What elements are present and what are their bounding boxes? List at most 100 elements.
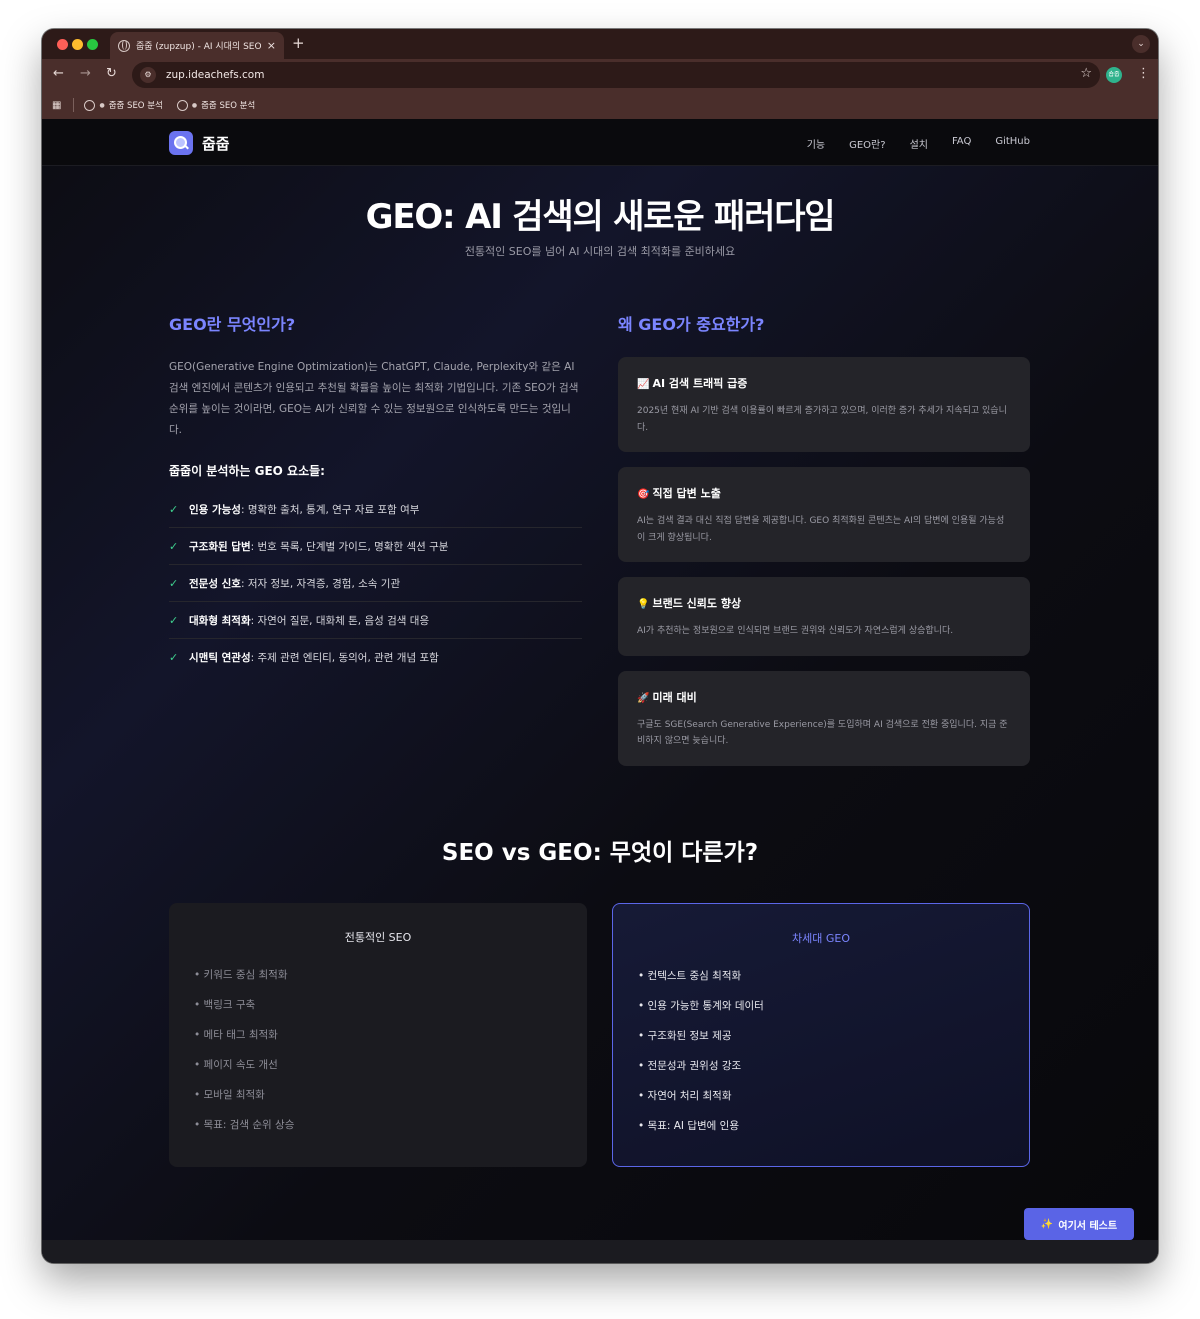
browser-toolbar: ← → ↻ ⚙ zup.ideachefs.com ☆ 숍줍 ⋮ (42, 59, 1158, 91)
tab-search-button[interactable]: ⌄ (1132, 35, 1150, 53)
active-tab[interactable]: 줍줍 (zupzup) - AI 시대의 SEO 분석 × (110, 32, 284, 59)
reason-card-title: 🚀 미래 대비 (637, 689, 1011, 705)
globe-icon (118, 39, 130, 52)
geo-comparison-card: 차세대 GEO 컨텍스트 중심 최적화 인용 가능한 통계와 데이터 구조화된 … (612, 903, 1030, 1167)
factor-detail: : 주제 관련 엔티티, 동의어, 관련 개념 포함 (250, 652, 439, 664)
reason-card-text: AI는 검색 결과 대신 직접 답변을 제공합니다. GEO 최적화된 콘텐츠는… (637, 516, 1005, 543)
address-bar[interactable]: ⚙ zup.ideachefs.com ☆ (132, 62, 1100, 88)
main-nav: 기능 GEO란? 설치 FAQ GitHub (807, 136, 1030, 151)
reason-title-text: 직접 답변 노출 (652, 487, 721, 500)
reason-card: 📈 AI 검색 트래픽 급증 2025년 현재 AI 기반 검색 이용률이 빠르게… (618, 357, 1030, 452)
factor-text: 인용 가능성: 명확한 출처, 통계, 연구 자료 포함 여부 (189, 502, 419, 517)
seo-feature-list: 키워드 중심 최적화 백링크 구축 메타 태그 최적화 페이지 속도 개선 모바… (169, 965, 587, 1145)
bookmark-star-icon[interactable]: ☆ (1080, 66, 1092, 81)
bookmark-item[interactable]: ● 줍줍 SEO 분석 (84, 99, 163, 111)
factor-item: ✓ 전문성 신호: 저자 정보, 자격증, 경험, 소속 기관 (169, 565, 582, 602)
factor-text: 대화형 최적화: 자연어 질문, 대화체 톤, 음성 검색 대응 (189, 613, 429, 628)
reason-card-title: 📈 AI 검색 트래픽 급증 (637, 375, 1011, 391)
maximize-window-button[interactable] (87, 39, 98, 50)
dot-icon: ● (191, 101, 198, 109)
comparison-heading: SEO vs GEO: 무엇이 다른가? (441, 840, 759, 866)
hero-title: GEO: AI 검색의 새로운 패러다임 (365, 197, 836, 237)
reason-card-text: 구글도 SGE(Search Generative Experience)를 도… (637, 719, 1008, 747)
apps-grid-icon[interactable]: ▦ (52, 100, 61, 111)
geo-card-title: 차세대 GEO (792, 932, 850, 945)
nav-link-github[interactable]: GitHub (995, 136, 1030, 151)
what-is-geo-section: GEO란 무엇인가? GEO(Generative Engine Optimiz… (169, 311, 582, 676)
seo-feature-item: 모바일 최적화 (194, 1085, 587, 1115)
seo-feature-item: 키워드 중심 최적화 (194, 965, 587, 995)
factor-list: ✓ 인용 가능성: 명확한 출처, 통계, 연구 자료 포함 여부 ✓ 구조화된… (169, 491, 582, 676)
forward-arrow-icon[interactable]: → (80, 66, 91, 81)
test-here-label: 여기서 테스트 (1058, 1220, 1118, 1232)
factor-item: ✓ 대화형 최적화: 자연어 질문, 대화체 톤, 음성 검색 대응 (169, 602, 582, 639)
bookmark-item[interactable]: ● 줍줍 SEO 분석 (176, 99, 256, 111)
reason-card-title: 💡 브랜드 신뢰도 향상 (637, 595, 1011, 611)
seo-feature-item: 목표: 검색 순위 상승 (194, 1115, 587, 1145)
url-text[interactable]: zup.ideachefs.com (166, 69, 264, 81)
nav-link-geo[interactable]: GEO란? (849, 136, 885, 151)
hero-subtitle: 전통적인 SEO를 넘어 AI 시대의 검색 최적화를 준비하세요 (464, 245, 736, 258)
geo-feature-item: 인용 가능한 통계와 데이터 (638, 996, 1029, 1026)
sparkle-icon: ✨ (1040, 1218, 1054, 1230)
target-icon: 🎯 (637, 489, 650, 500)
reload-icon[interactable]: ↻ (106, 66, 117, 81)
seo-feature-item: 페이지 속도 개선 (194, 1055, 587, 1085)
reason-card-text: AI가 추천하는 정보원으로 인식되면 브랜드 권위와 신뢰도가 자연스럽게 상… (637, 626, 954, 636)
seo-feature-item: 백링크 구축 (194, 995, 587, 1025)
bookmarks-bar: ▦ ● 줍줍 SEO 분석 ● 줍줍 SEO 분석 (42, 91, 1158, 119)
profile-avatar[interactable]: 숍줍 (1106, 67, 1122, 83)
next-section-edge (42, 1240, 1158, 1263)
factor-text: 전문성 신호: 저자 정보, 자격증, 경험, 소속 기관 (189, 576, 400, 591)
geo-feature-item: 목표: AI 답변에 인용 (638, 1116, 1029, 1146)
factor-name: 시맨틱 연관성 (189, 652, 251, 664)
tab-title: 줍줍 (zupzup) - AI 시대의 SEO 분석 (136, 42, 261, 52)
geo-feature-item: 자연어 처리 최적화 (638, 1086, 1029, 1116)
seo-comparison-card: 전통적인 SEO 키워드 중심 최적화 백링크 구축 메타 태그 최적화 페이지… (169, 903, 587, 1167)
site-settings-icon[interactable]: ⚙ (140, 67, 156, 83)
new-tab-button[interactable]: + (292, 34, 305, 52)
bookmark-label: 줍줍 SEO 분석 (108, 101, 163, 111)
geo-description: GEO(Generative Engine Optimization)는 Cha… (169, 361, 579, 436)
browser-menu-icon[interactable]: ⋮ (1137, 66, 1150, 81)
factor-name: 구조화된 답변 (189, 540, 251, 553)
site-logo[interactable]: 줍줍 (169, 131, 230, 155)
factor-detail: : 명확한 출처, 통계, 연구 자료 포함 여부 (240, 503, 420, 516)
check-icon: ✓ (169, 539, 179, 553)
reason-card: 🚀 미래 대비 구글도 SGE(Search Generative Experie… (618, 670, 1030, 766)
nav-link-install[interactable]: 설치 (910, 136, 928, 151)
factor-item: ✓ 구조화된 답변: 번호 목록, 단계별 가이드, 명확한 섹션 구분 (169, 528, 582, 565)
reason-title-text: 브랜드 신뢰도 향상 (652, 597, 742, 610)
factor-name: 대화형 최적화 (189, 614, 251, 627)
close-window-button[interactable] (57, 39, 68, 50)
reason-card: 💡 브랜드 신뢰도 향상 AI가 추천하는 정보원으로 인식되면 브랜드 권위와 … (618, 577, 1030, 656)
bookmark-label: 줍줍 SEO 분석 (201, 101, 256, 111)
test-here-button[interactable]: ✨ 여기서 테스트 (1024, 1208, 1134, 1240)
check-icon: ✓ (169, 651, 179, 664)
reason-title-text: 미래 대비 (652, 690, 697, 704)
factor-detail: : 자연어 질문, 대화체 톤, 음성 검색 대응 (250, 614, 430, 627)
dot-icon: ● (99, 101, 105, 109)
seo-feature-item: 메타 태그 최적화 (194, 1025, 587, 1055)
why-geo-heading: 왜 GEO가 중요한가? (618, 315, 765, 334)
site-header: 줍줍 기능 GEO란? 설치 FAQ GitHub (42, 119, 1158, 166)
geo-feature-item: 구조화된 정보 제공 (638, 1026, 1029, 1056)
reason-title-text: AI 검색 트래픽 급증 (652, 377, 748, 390)
nav-link-features[interactable]: 기능 (807, 136, 825, 151)
geo-feature-item: 컨텍스트 중심 최적화 (638, 966, 1029, 996)
back-arrow-icon[interactable]: ← (53, 66, 64, 81)
minimize-window-button[interactable] (72, 39, 83, 50)
web-page: 줍줍 기능 GEO란? 설치 FAQ GitHub GEO: AI 검색의 새로… (42, 119, 1158, 1263)
reason-card: 🎯 직접 답변 노출 AI는 검색 결과 대신 직접 답변을 제공합니다. GEO… (618, 467, 1030, 562)
nav-link-faq[interactable]: FAQ (952, 136, 971, 151)
browser-window: 줍줍 (zupzup) - AI 시대의 SEO 분석 × + ⌄ ← → ↻ … (42, 29, 1158, 1263)
tab-strip: 줍줍 (zupzup) - AI 시대의 SEO 분석 × + ⌄ (42, 29, 1158, 59)
factor-item: ✓ 인용 가능성: 명확한 출처, 통계, 연구 자료 포함 여부 (169, 491, 582, 528)
lightbulb-icon: 💡 (637, 599, 650, 610)
bookmarks-divider (73, 98, 75, 112)
rocket-icon: 🚀 (637, 692, 650, 704)
check-icon: ✓ (169, 502, 179, 516)
globe-icon (84, 99, 96, 111)
factor-text: 구조화된 답변: 번호 목록, 단계별 가이드, 명확한 섹션 구분 (189, 539, 448, 554)
tab-close-button[interactable]: × (267, 39, 276, 52)
